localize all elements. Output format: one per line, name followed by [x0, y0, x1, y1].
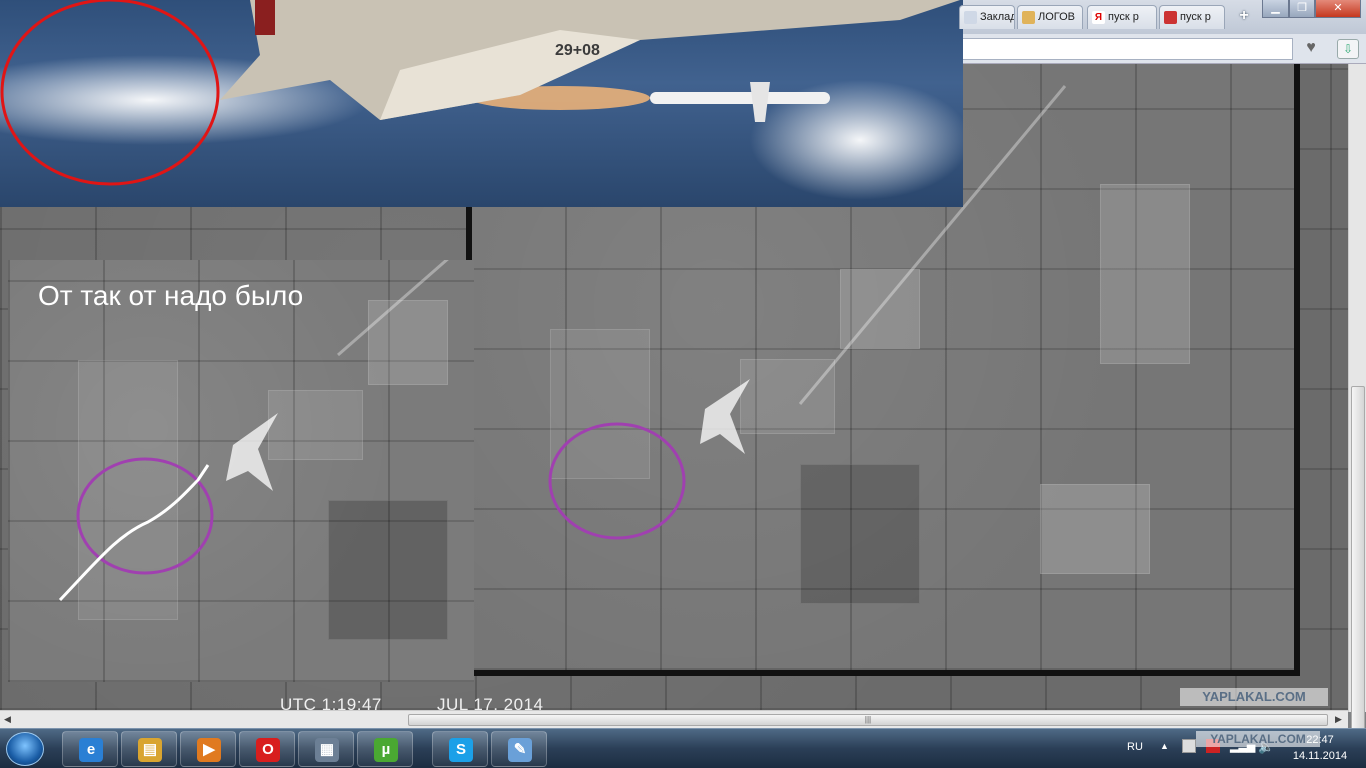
site-favicon-icon [1022, 11, 1035, 24]
edited-overlay-marks [58, 260, 449, 602]
media-player-icon: ▶ [197, 738, 221, 762]
heart-icon[interactable]: ♥ [1301, 39, 1321, 59]
highlight-circle-edited [76, 457, 214, 575]
jet-photo-drawing [0, 0, 963, 200]
scroll-right-arrow-icon[interactable]: ▶ [1335, 714, 1342, 725]
paint-icon: ✎ [508, 738, 532, 762]
url-input[interactable] [963, 38, 1293, 60]
new-tab-button[interactable]: + [1236, 8, 1252, 24]
panel-divider [466, 207, 472, 267]
minimize-button[interactable]: ▁ [1262, 0, 1289, 18]
ie-icon: e [79, 738, 103, 762]
taskbar-calculator-button[interactable]: ▦ [298, 731, 354, 767]
tab-logov[interactable]: ЛОГОВ [1017, 5, 1083, 29]
vertical-scroll-thumb[interactable] [1351, 386, 1365, 748]
desktop-screen: От так от надо было 29+08 Заклад ЛОГОВ Я… [0, 0, 1366, 768]
bookmark-icon [964, 11, 977, 24]
folder-icon: ▤ [138, 738, 162, 762]
taskbar-internet-explorer-button[interactable]: e [62, 731, 118, 767]
satellite-panel-edited: От так от надо было [8, 260, 474, 682]
opera-icon: O [256, 738, 280, 762]
vertical-scrollbar[interactable] [1348, 64, 1366, 748]
show-hidden-icons-icon[interactable]: ▲ [1160, 741, 1169, 751]
taskbar: e▤▶O▦µS✎ RU ▲ ▂▃▅ 🔈 22:47 14.11.2014 [0, 728, 1366, 768]
utorrent-icon: µ [374, 738, 398, 762]
language-indicator[interactable]: RU [1127, 741, 1143, 753]
download-icon[interactable]: ⇩ [1337, 39, 1359, 59]
taskbar-skype-button[interactable]: S [432, 731, 488, 767]
horizontal-scroll-thumb[interactable]: ||| [408, 714, 1328, 726]
aircraft-silhouette [700, 379, 750, 454]
taskbar-paint-button[interactable]: ✎ [491, 731, 547, 767]
tab-bookmarks[interactable]: Заклад [959, 5, 1015, 29]
start-button[interactable] [6, 732, 44, 766]
taskbar-opera-button[interactable]: O [239, 731, 295, 767]
flag-icon[interactable] [1182, 739, 1196, 753]
calculator-icon: ▦ [315, 738, 339, 762]
close-button[interactable]: ✕ [1315, 0, 1361, 18]
watermark-taskbar: YAPLAKAL.COM [1196, 731, 1320, 747]
scroll-left-arrow-icon[interactable]: ◀ [4, 714, 11, 725]
aircraft-marking: 29+08 [555, 42, 600, 59]
skype-icon: S [449, 738, 473, 762]
jet-missile-photo: 29+08 [0, 0, 963, 207]
taskbar-file-explorer-button[interactable]: ▤ [121, 731, 177, 767]
yandex-icon: Я [1092, 11, 1105, 24]
tab-yandex-search[interactable]: Я пуск р [1087, 5, 1157, 29]
image-icon [1164, 11, 1177, 24]
taskbar-media-player-button[interactable]: ▶ [180, 731, 236, 767]
aircraft-silhouette-edited [226, 413, 278, 491]
horizontal-scrollbar[interactable]: ◀ ||| ▶ [0, 710, 1348, 728]
tab-image-search[interactable]: пуск р [1159, 5, 1225, 29]
watermark: YAPLAKAL.COM [1180, 688, 1328, 706]
taskbar-utorrent-button[interactable]: µ [357, 731, 413, 767]
highlight-circle-original [548, 422, 686, 540]
clock-date: 14.11.2014 [1292, 750, 1348, 762]
maximize-button[interactable]: ❐ [1289, 0, 1315, 18]
caption-text: От так от надо было [38, 280, 304, 311]
